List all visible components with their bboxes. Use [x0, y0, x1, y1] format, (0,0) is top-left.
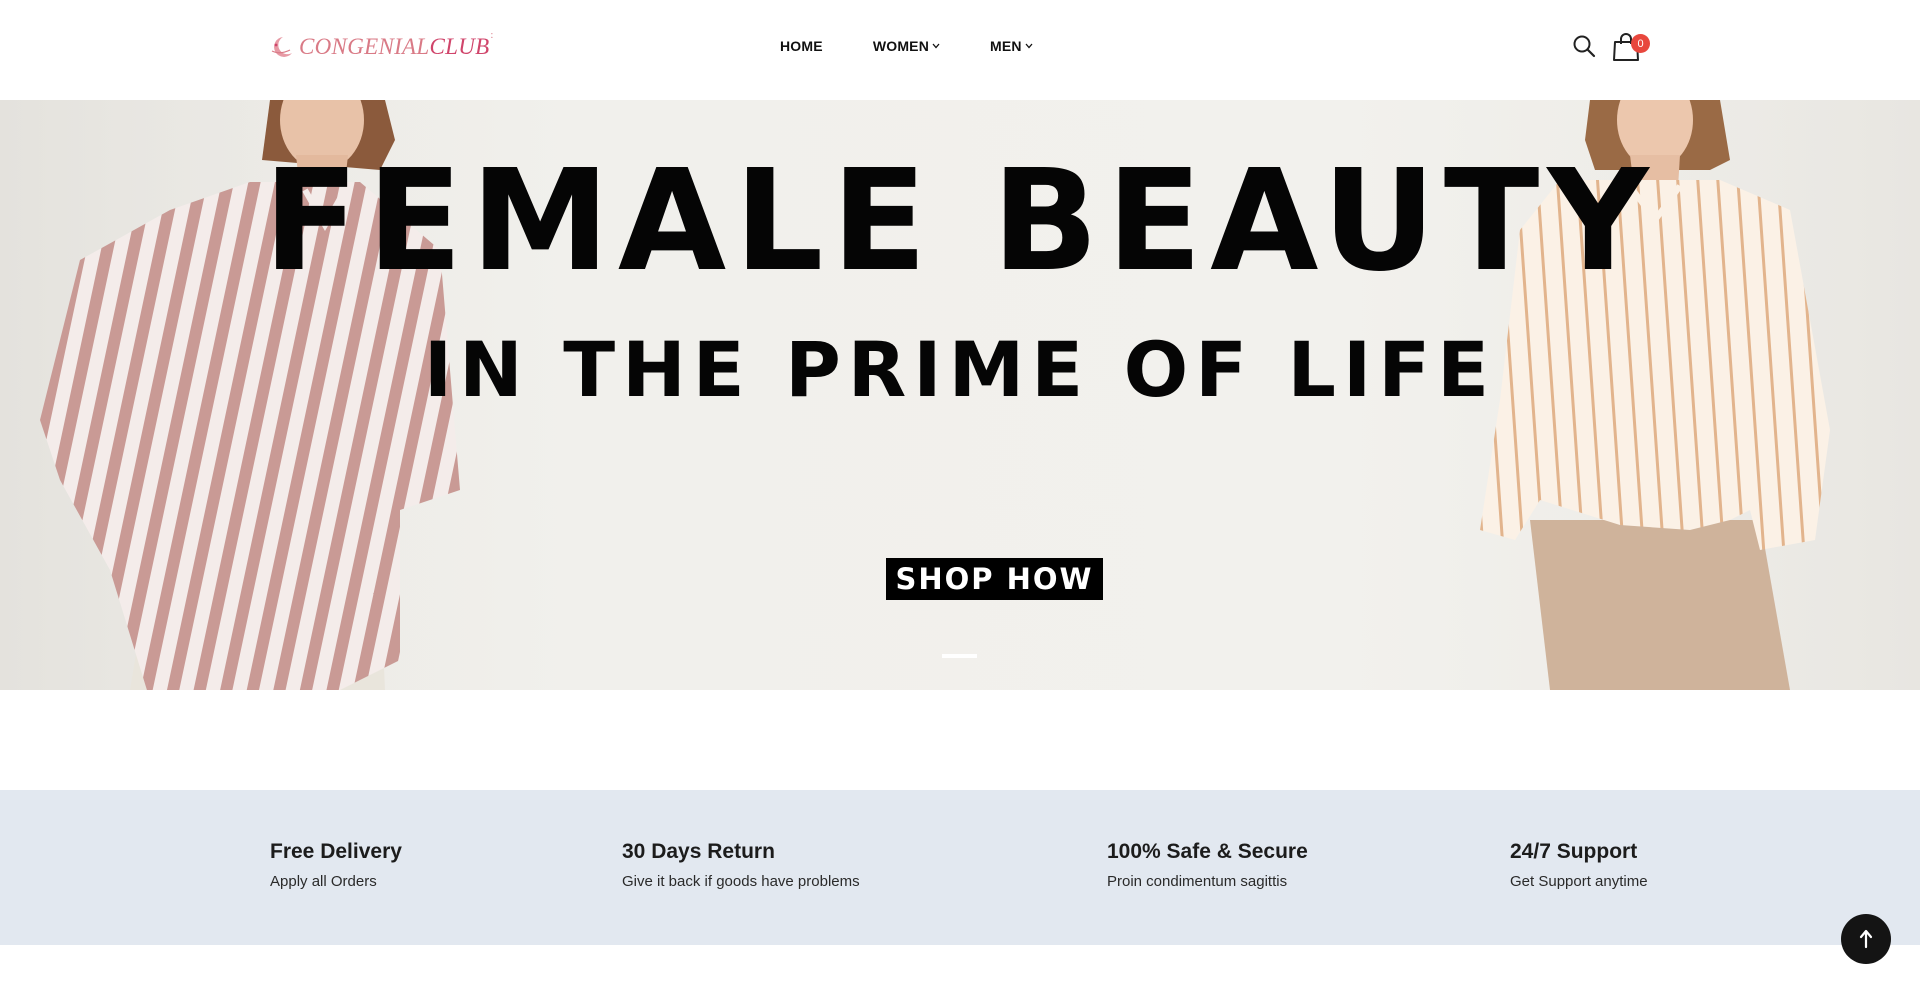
- nav-item-women[interactable]: WOMEN: [873, 38, 940, 54]
- site-logo[interactable]: CONGENIALCLUB :: [268, 30, 493, 64]
- feature-title: 100% Safe & Secure: [1107, 840, 1308, 863]
- feature-free-delivery: Free Delivery Apply all Orders: [270, 840, 402, 890]
- slider-dot-active[interactable]: [942, 654, 977, 658]
- feature-title: Free Delivery: [270, 840, 402, 863]
- feature-secure: 100% Safe & Secure Proin condimentum sag…: [1107, 840, 1308, 890]
- site-header: CONGENIALCLUB : HOME WOMEN MEN 0: [0, 0, 1920, 100]
- feature-title: 30 Days Return: [622, 840, 775, 863]
- shop-now-button[interactable]: SHOP HOW: [886, 558, 1103, 600]
- nav-item-label: HOME: [780, 38, 823, 54]
- nav-item-home[interactable]: HOME: [780, 38, 823, 54]
- logo-text: CONGENIALCLUB: [299, 34, 490, 59]
- feature-returns: 30 Days Return Give it back if goods hav…: [622, 840, 860, 890]
- search-button[interactable]: [1572, 34, 1596, 58]
- search-icon: [1573, 35, 1596, 58]
- feature-subtitle: Get Support anytime: [1510, 873, 1648, 890]
- chevron-down-icon: [932, 43, 940, 49]
- nav-item-label: MEN: [990, 38, 1022, 54]
- main-nav: HOME WOMEN MEN: [780, 38, 1083, 54]
- hero-subheadline: IN THE PRIME OF LIFE: [423, 325, 1497, 414]
- feature-subtitle: Give it back if goods have problems: [622, 873, 860, 890]
- chevron-down-icon: [1025, 43, 1033, 49]
- feature-support: 24/7 Support Get Support anytime: [1510, 840, 1648, 890]
- nav-item-label: WOMEN: [872, 38, 930, 54]
- logo-dots: :: [490, 30, 494, 41]
- hero-headline: FEMALE BEAUTY: [263, 140, 1657, 303]
- nav-item-men[interactable]: MEN: [990, 38, 1033, 54]
- feature-subtitle: Apply all Orders: [270, 873, 377, 890]
- hero-banner: FEMALE BEAUTY IN THE PRIME OF LIFE SHOP …: [0, 100, 1920, 690]
- feature-title: 24/7 Support: [1510, 840, 1638, 863]
- feature-subtitle: Proin condimentum sagittis: [1107, 873, 1288, 890]
- cart-count-badge: 0: [1631, 34, 1650, 53]
- logo-crescent-icon: [271, 37, 292, 57]
- arrow-up-icon: [1859, 929, 1873, 949]
- features-bar: Free Delivery Apply all Orders 30 Days R…: [0, 790, 1920, 945]
- back-to-top-button[interactable]: [1841, 914, 1891, 964]
